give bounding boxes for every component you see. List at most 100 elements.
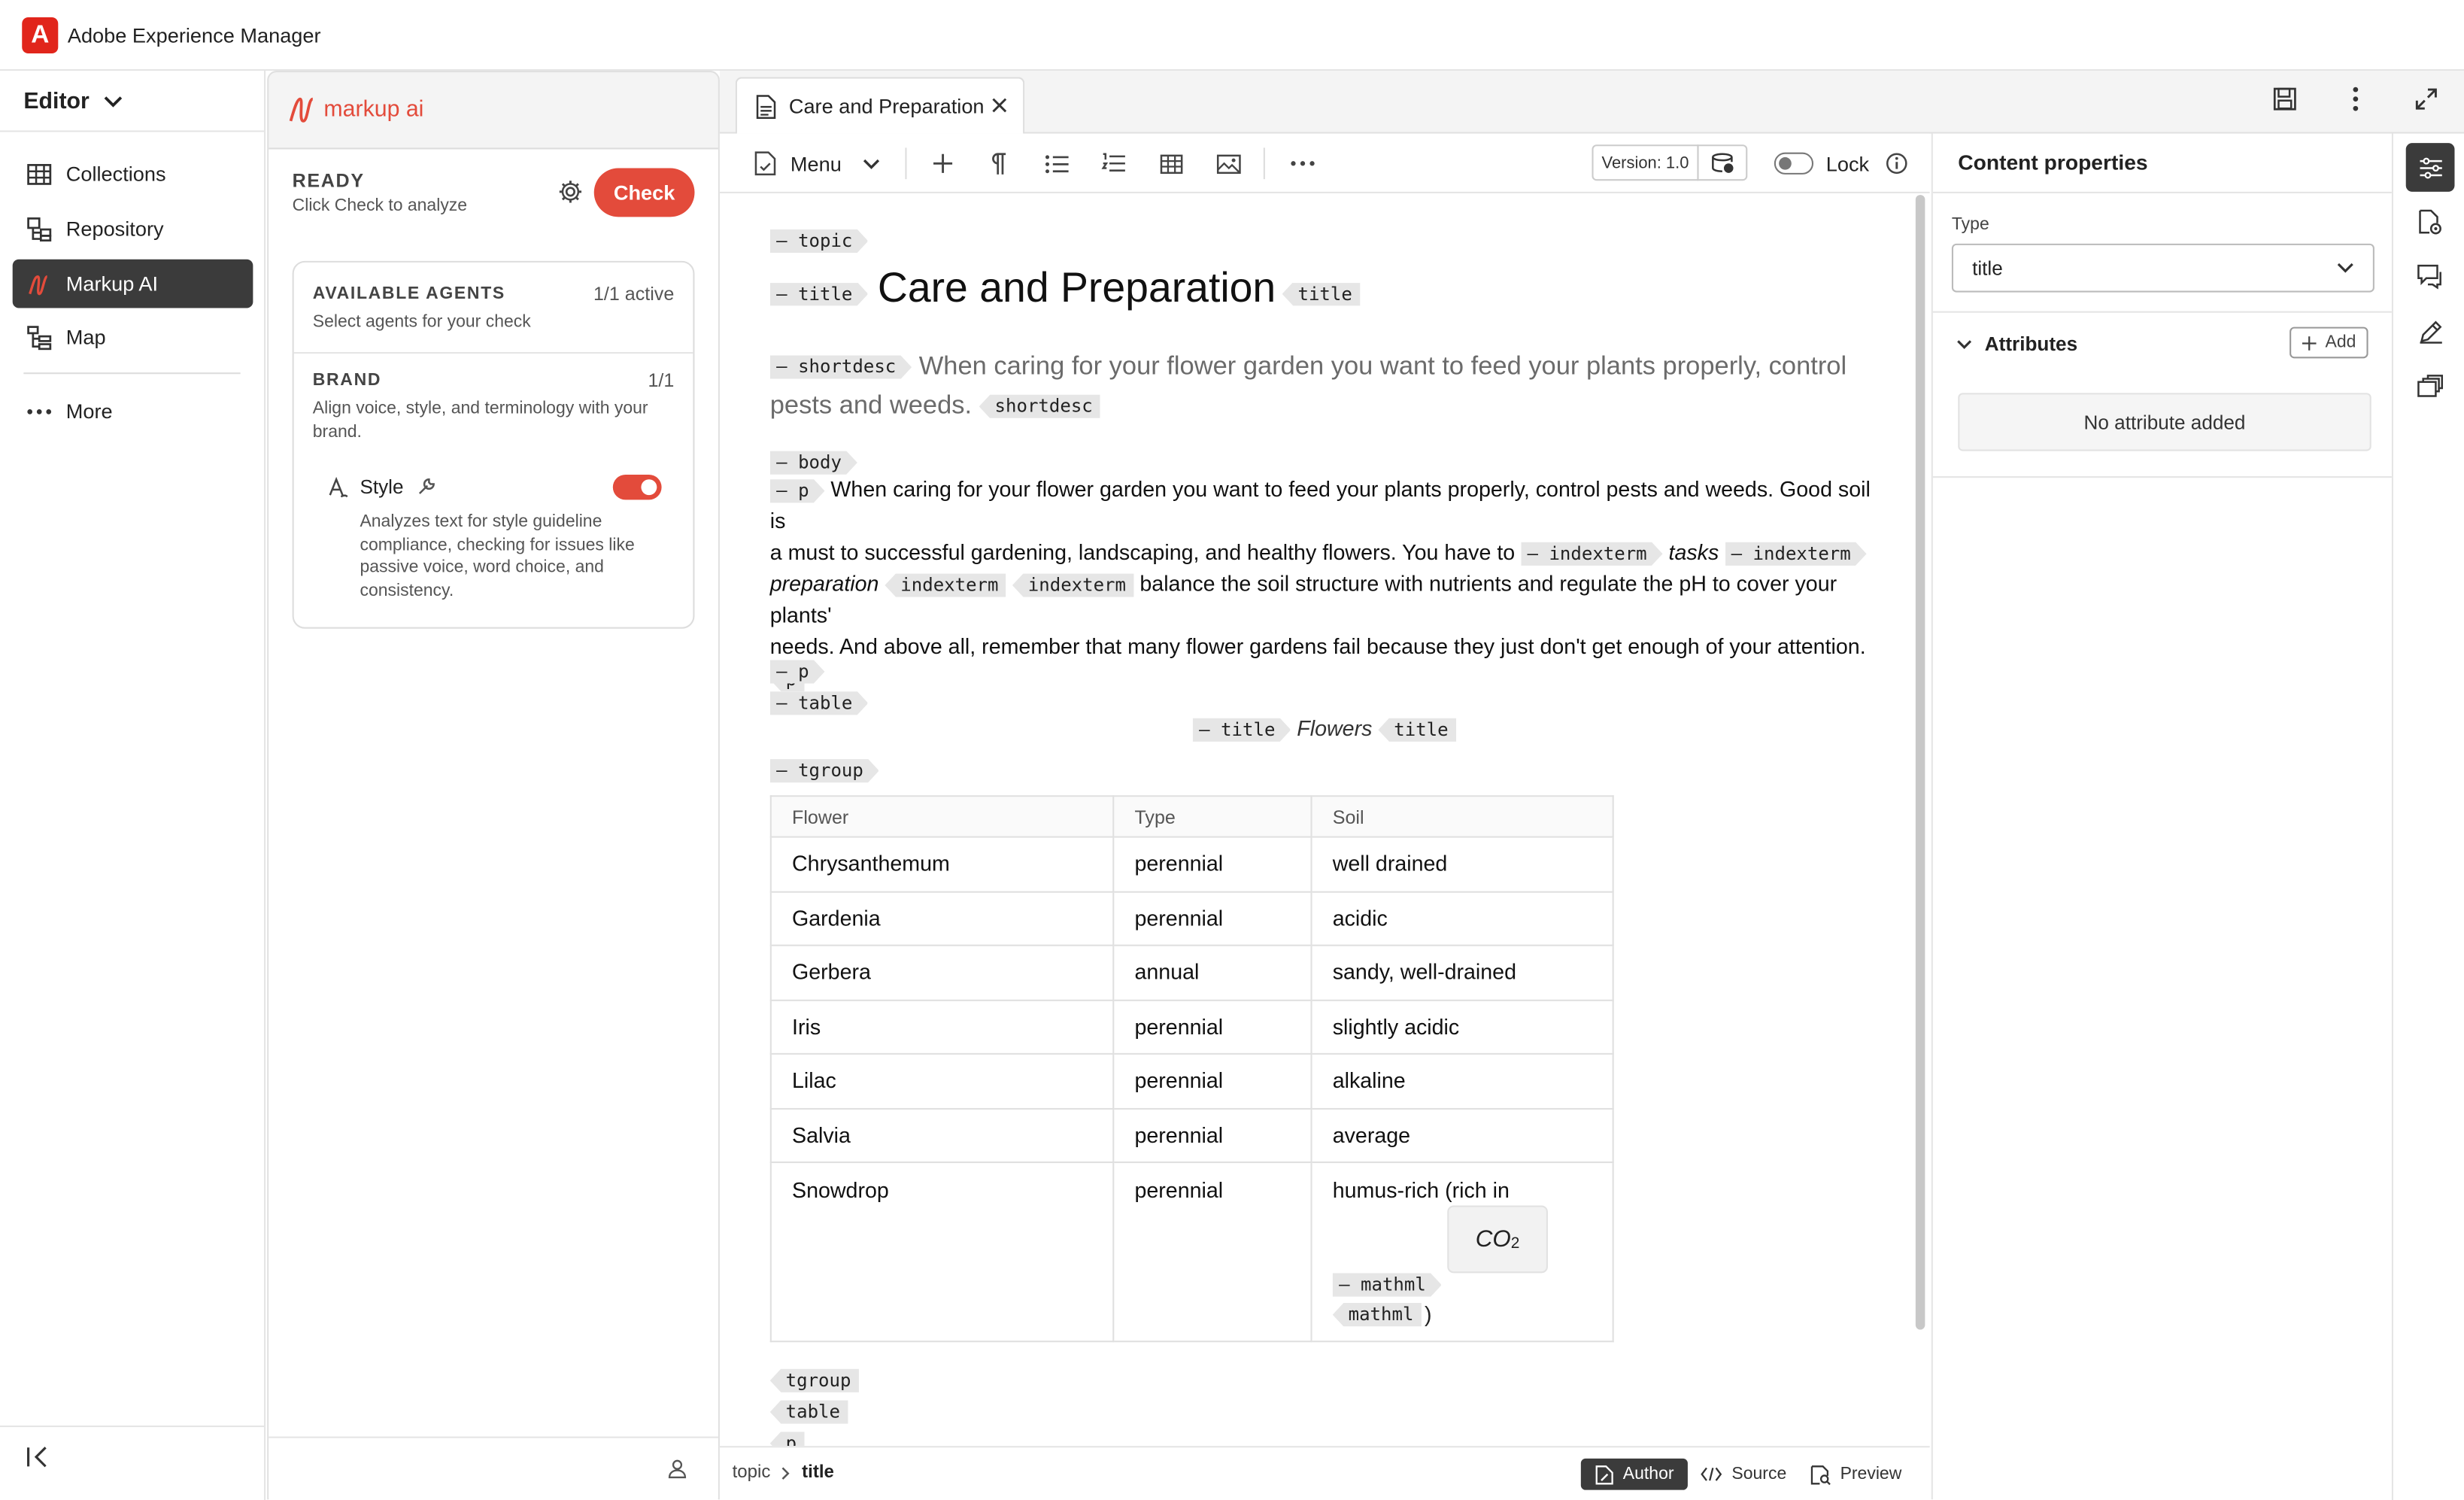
user-icon[interactable]: [668, 1459, 687, 1479]
editor-scroll-thumb[interactable]: [1915, 195, 1925, 1330]
chevron-down-icon[interactable]: [863, 134, 880, 193]
insert-plus-icon[interactable]: [932, 134, 954, 193]
content-properties-icon[interactable]: [2405, 143, 2455, 192]
type-select[interactable]: title: [1951, 243, 2374, 293]
table-cell[interactable]: Gardenia: [769, 890, 1115, 946]
table-title[interactable]: Flowers: [1297, 717, 1372, 740]
lock-toggle[interactable]: [1774, 152, 1814, 175]
preview-mode-button[interactable]: Preview: [1810, 1459, 1901, 1490]
info-icon[interactable]: [1886, 134, 1907, 193]
table-cell[interactable]: perennial: [1112, 1052, 1312, 1109]
mathml-open-element[interactable]: — mathml: [1333, 1271, 1442, 1297]
table-cell[interactable]: alkaline: [1310, 1052, 1614, 1109]
table-cell[interactable]: perennial: [1112, 1161, 1312, 1343]
adobe-logo[interactable]: A: [22, 17, 59, 54]
p-open-tag[interactable]: — p: [770, 660, 825, 683]
table-cell[interactable]: Chrysanthemum: [769, 836, 1115, 892]
paragraph-text-2[interactable]: a must to successful gardening, landscap…: [770, 541, 1515, 564]
column-header[interactable]: Flower: [769, 795, 1115, 838]
indexterm-close-tag[interactable]: indexterm: [885, 573, 1006, 597]
editor-switcher[interactable]: Editor: [23, 90, 122, 115]
indexterm-close-tag[interactable]: indexterm: [1012, 573, 1134, 597]
column-header[interactable]: Type: [1112, 795, 1312, 838]
nav-item-collections[interactable]: Collections: [13, 149, 253, 198]
title-open-tag[interactable]: — title: [770, 282, 869, 305]
table-cell[interactable]: Gerbera: [769, 944, 1115, 1001]
table-open-tag[interactable]: — table: [770, 691, 869, 715]
table-cell[interactable]: perennial: [1112, 1107, 1312, 1164]
title-close-tag[interactable]: title: [1378, 718, 1457, 742]
title-element[interactable]: — title Care and Preparation title: [770, 264, 1361, 311]
mathml-formula[interactable]: CO 2: [1447, 1205, 1548, 1274]
comments-icon[interactable]: [2406, 251, 2455, 300]
source-mode-button[interactable]: Source: [1701, 1459, 1786, 1490]
table-cell[interactable]: perennial: [1112, 998, 1312, 1055]
table-cell[interactable]: well drained: [1310, 836, 1614, 892]
paragraph-text-4[interactable]: needs. And above all, remember that many…: [770, 635, 1866, 658]
numbered-list-icon[interactable]: [1101, 134, 1125, 193]
nav-item-markup-ai[interactable]: Markup AI: [12, 259, 253, 308]
menu-button[interactable]: Menu: [790, 134, 842, 193]
tab-care-and-preparation[interactable]: Care and Preparation: [735, 77, 1025, 134]
tasks-term[interactable]: tasks: [1669, 541, 1719, 564]
title-open-tag[interactable]: — title: [1193, 718, 1291, 742]
mathml-open-tag[interactable]: — mathml: [1333, 1273, 1442, 1296]
paragraph-text-1[interactable]: When caring for your flower garden you w…: [770, 478, 1871, 533]
shortdesc-element[interactable]: — shortdesc When caring for your flower …: [769, 348, 1871, 426]
nav-item-map[interactable]: Map: [13, 313, 253, 362]
more-vertical-icon[interactable]: [2353, 87, 2359, 111]
table-close-element[interactable]: table: [769, 1395, 848, 1427]
paragraph-element[interactable]: — p When caring for your flower garden y…: [769, 475, 1889, 695]
body-open-tag[interactable]: — body: [770, 451, 857, 474]
add-attribute-button[interactable]: Add: [2290, 326, 2368, 359]
table-cell[interactable]: Salvia: [769, 1107, 1115, 1164]
p-open-tag[interactable]: — p: [770, 479, 825, 503]
preparation-term[interactable]: preparation: [770, 572, 879, 596]
menu-icon[interactable]: [754, 134, 776, 193]
table-title-element[interactable]: — title Flowers title: [1193, 714, 1457, 745]
tgroup-close-tag[interactable]: tgroup: [769, 1368, 859, 1392]
save-icon[interactable]: [2272, 87, 2297, 111]
body-element[interactable]: — body: [770, 446, 857, 478]
nav-item-repository[interactable]: Repository: [13, 205, 253, 254]
indexterm-open-tag[interactable]: — indexterm: [1725, 542, 1866, 566]
paragraph-icon[interactable]: [988, 134, 1007, 193]
column-header[interactable]: Soil: [1310, 795, 1614, 838]
close-icon[interactable]: [991, 98, 1007, 114]
breadcrumb-item-topic[interactable]: topic: [733, 1463, 771, 1482]
insert-image-icon[interactable]: [1216, 134, 1241, 193]
wrench-icon[interactable]: [417, 476, 437, 496]
style-toggle[interactable]: [612, 474, 662, 500]
table-cell[interactable]: slightly acidic: [1310, 998, 1614, 1055]
table-cell[interactable]: Snowdrop: [769, 1161, 1115, 1343]
table-cell[interactable]: Iris: [769, 998, 1115, 1055]
attributes-section-toggle[interactable]: Attributes: [1956, 333, 2077, 355]
mathml-close-tag[interactable]: mathml: [1332, 1303, 1422, 1327]
tgroup-open-tag[interactable]: — tgroup: [770, 759, 879, 782]
table-cell-text[interactable]: humus-rich (rich in: [1333, 1179, 1510, 1202]
table-cell[interactable]: sandy, well-drained: [1310, 944, 1614, 1001]
breadcrumb-item-title[interactable]: title: [802, 1463, 834, 1482]
table-cell[interactable]: acidic: [1310, 890, 1614, 946]
bullet-list-icon[interactable]: [1045, 134, 1069, 193]
shortdesc-text-line1[interactable]: When caring for your flower garden you w…: [919, 352, 1846, 381]
table-cell[interactable]: Lilac: [769, 1052, 1115, 1109]
p-element[interactable]: — p: [770, 655, 825, 687]
table-cell[interactable]: average: [1310, 1107, 1614, 1164]
versions-icon[interactable]: [2406, 362, 2455, 411]
table-cell[interactable]: perennial: [1112, 890, 1312, 946]
shortdesc-text-line2[interactable]: pests and weeds.: [770, 391, 972, 420]
settings-gear-icon[interactable]: [558, 179, 583, 204]
title-close-tag[interactable]: title: [1282, 282, 1361, 306]
table-cell[interactable]: perennial: [1112, 836, 1312, 892]
edit-pen-icon[interactable]: [2406, 306, 2455, 355]
more-horizontal-icon[interactable]: [1290, 134, 1315, 193]
version-label[interactable]: Version: 1.0: [1592, 144, 1699, 181]
check-button[interactable]: Check: [593, 168, 695, 217]
version-history-icon[interactable]: [1697, 144, 1748, 181]
table-close-tag[interactable]: table: [769, 1400, 848, 1424]
shortdesc-close-tag[interactable]: shortdesc: [979, 394, 1101, 419]
p-close-tag[interactable]: p: [769, 1432, 805, 1447]
collapse-sidebar-icon[interactable]: [25, 1444, 53, 1473]
mathml-close-element[interactable]: mathml): [1332, 1303, 1432, 1327]
